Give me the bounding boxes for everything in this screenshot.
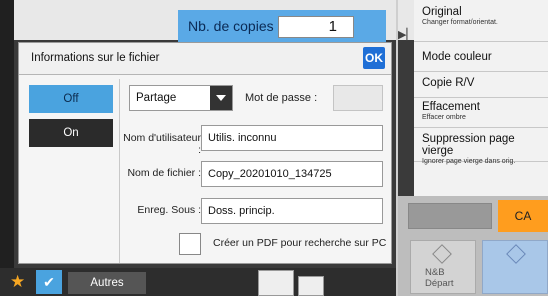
right-panel: Original Changer format/orientat. Mode c… bbox=[414, 0, 548, 200]
save-location-field[interactable]: Doss. princip. bbox=[201, 198, 383, 224]
check-icon[interactable]: ✔ bbox=[36, 270, 62, 294]
password-field bbox=[333, 85, 383, 111]
disabled-button bbox=[408, 203, 492, 229]
star-icon[interactable]: ★ bbox=[10, 272, 25, 292]
option-mode-couleur-title: Mode couleur bbox=[422, 51, 492, 63]
collapse-arrow-icon[interactable]: ▶▏ bbox=[398, 28, 415, 48]
option-effacement-subtitle: Effacer ombre bbox=[422, 114, 466, 121]
option-mode-couleur[interactable]: Mode couleur bbox=[414, 42, 548, 72]
start-icon bbox=[432, 244, 452, 264]
preview-icon[interactable] bbox=[258, 270, 294, 296]
option-original-subtitle: Changer format/orientat. bbox=[422, 19, 498, 26]
file-info-dialog: Informations sur le fichier OK Off On Pa… bbox=[18, 42, 392, 264]
option-suppression-page-vierge[interactable]: Suppression page vierge Ignorer page vie… bbox=[414, 130, 548, 165]
option-original[interactable]: Original Changer format/orientat. bbox=[414, 6, 548, 42]
username-field[interactable]: Utilis. inconnu bbox=[201, 125, 383, 151]
pdf-search-label: Créer un PDF pour recherche sur PC bbox=[213, 237, 387, 249]
color-start-button[interactable] bbox=[482, 240, 548, 294]
autres-button[interactable]: Autres bbox=[68, 272, 146, 294]
ok-button[interactable]: OK bbox=[363, 47, 385, 69]
preview-icon-small[interactable] bbox=[298, 276, 324, 296]
start-icon bbox=[506, 244, 526, 264]
option-effacement[interactable]: Effacement Effacer ombre bbox=[414, 98, 548, 128]
share-select[interactable]: Partage bbox=[129, 85, 233, 111]
save-location-label: Enreg. Sous : bbox=[137, 204, 201, 216]
option-copie-rv[interactable]: Copie R/V bbox=[414, 72, 548, 98]
option-suppression-title: Suppression page vierge bbox=[422, 133, 515, 157]
option-copie-rv-title: Copie R/V bbox=[422, 77, 475, 89]
password-label: Mot de passe : bbox=[245, 92, 318, 104]
on-toggle-button[interactable]: On bbox=[29, 119, 113, 147]
dialog-header: Informations sur le fichier OK bbox=[19, 43, 391, 75]
username-label: Nom d'utilisateur : bbox=[123, 132, 201, 156]
option-suppression-subtitle: Ignorer page vierge dans orig. bbox=[422, 158, 516, 165]
off-toggle-button[interactable]: Off bbox=[29, 85, 113, 113]
filename-label: Nom de fichier : bbox=[127, 167, 201, 179]
copies-input[interactable]: 1 bbox=[278, 16, 354, 38]
filename-field[interactable]: Copy_20201010_134725 bbox=[201, 161, 383, 187]
nb-start-label: N&B Départ bbox=[425, 267, 454, 289]
copies-box: Nb. de copies 1 bbox=[178, 10, 386, 42]
nb-start-label-line2: Départ bbox=[425, 278, 454, 289]
share-select-value: Partage bbox=[136, 92, 177, 104]
option-original-title: Original bbox=[422, 6, 462, 18]
nb-start-button[interactable]: N&B Départ bbox=[410, 240, 476, 294]
divider bbox=[119, 79, 120, 263]
chevron-down-icon[interactable] bbox=[210, 86, 232, 110]
dialog-title: Informations sur le fichier bbox=[31, 52, 160, 64]
nb-start-label-line1: N&B bbox=[425, 267, 445, 278]
left-strip bbox=[0, 0, 14, 296]
pdf-search-checkbox[interactable] bbox=[179, 233, 201, 255]
ca-button[interactable]: CA bbox=[498, 200, 548, 232]
copies-label: Nb. de copies bbox=[188, 18, 274, 34]
option-effacement-title: Effacement bbox=[422, 101, 480, 113]
